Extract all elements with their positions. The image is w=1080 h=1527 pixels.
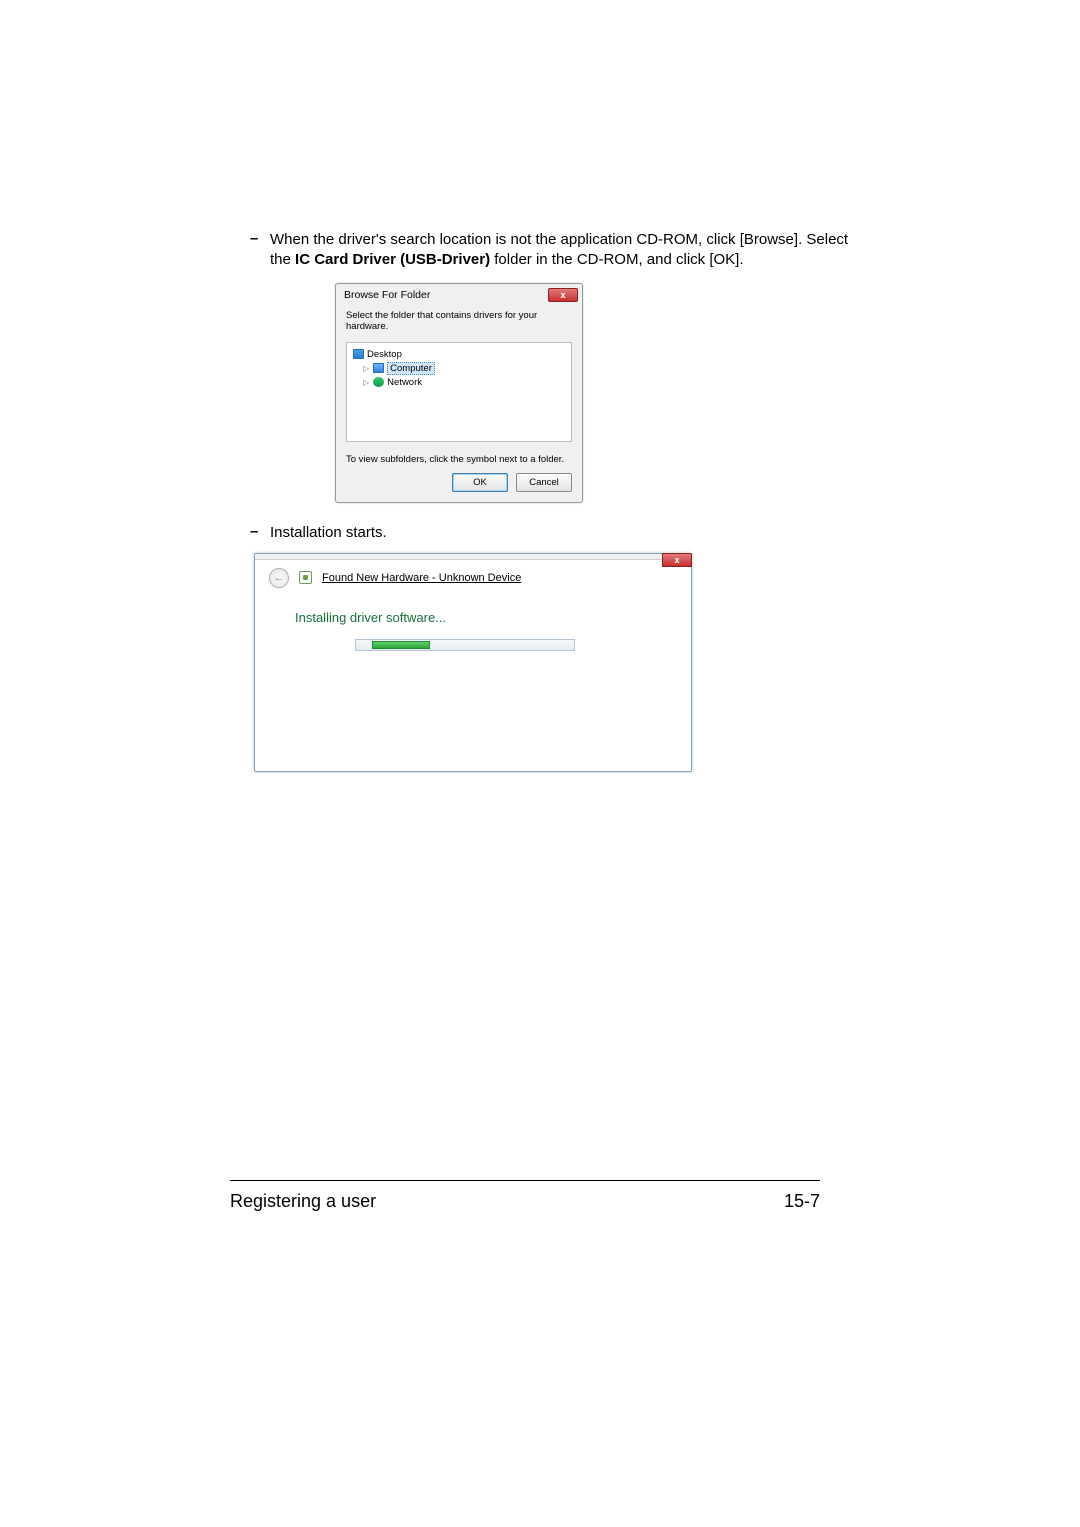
- bullet-text-2: Installation starts.: [270, 523, 850, 543]
- expand-icon[interactable]: ▷: [363, 364, 370, 373]
- dash-icon: –: [230, 230, 270, 271]
- close-button[interactable]: x: [548, 288, 578, 302]
- footer-row: Registering a user 15-7: [230, 1191, 820, 1212]
- dialog-titlebar: Browse For Folder x: [336, 284, 582, 304]
- wizard-body: Installing driver software...: [255, 596, 691, 771]
- dialog-buttons: OK Cancel: [336, 473, 582, 502]
- tree-label-network: Network: [387, 377, 422, 388]
- progress-fill: [372, 641, 430, 649]
- bullet-item-2: – Installation starts.: [230, 523, 850, 543]
- dialog-hint: To view subfolders, click the symbol nex…: [336, 452, 582, 473]
- cancel-button[interactable]: Cancel: [516, 473, 572, 492]
- found-new-hardware-dialog: x ← Found New Hardware - Unknown Device …: [254, 553, 692, 772]
- footer-section: Registering a user: [230, 1191, 376, 1212]
- dialog-title: Browse For Folder: [344, 289, 430, 301]
- dash-icon: –: [230, 523, 270, 543]
- progress-bar: [355, 639, 575, 651]
- wizard-header: ← Found New Hardware - Unknown Device: [255, 560, 691, 596]
- footer-rule: [230, 1180, 820, 1181]
- browse-for-folder-dialog: Browse For Folder x Select the folder th…: [335, 283, 583, 503]
- dialog-subtitle: Select the folder that contains drivers …: [336, 304, 582, 338]
- bullet-item-1: – When the driver's search location is n…: [230, 230, 850, 271]
- tree-item-network[interactable]: ▷ Network: [353, 377, 565, 388]
- bullet-text-1: When the driver's search location is not…: [270, 230, 850, 271]
- footer-page: 15-7: [784, 1191, 820, 1212]
- ok-button[interactable]: OK: [452, 473, 508, 492]
- expand-icon[interactable]: ▷: [363, 378, 370, 387]
- wizard-titlebar: x: [255, 554, 691, 560]
- close-button[interactable]: x: [662, 553, 692, 567]
- back-button[interactable]: ←: [269, 568, 289, 588]
- desktop-icon: [353, 349, 364, 359]
- hardware-icon: [299, 571, 312, 584]
- tree-label-computer: Computer: [387, 362, 435, 375]
- wizard-title: Found New Hardware - Unknown Device: [322, 572, 521, 584]
- folder-tree[interactable]: Desktop ▷ Computer ▷ Network: [346, 342, 572, 442]
- computer-icon: [373, 363, 384, 373]
- page-footer: Registering a user 15-7: [230, 1180, 820, 1212]
- wizard-status-text: Installing driver software...: [295, 610, 651, 625]
- network-icon: [373, 377, 384, 387]
- bullet-1-bold: IC Card Driver (USB-Driver): [295, 251, 490, 268]
- tree-label-desktop: Desktop: [367, 349, 402, 360]
- bullet-1-post: folder in the CD-ROM, and click [OK].: [490, 251, 743, 268]
- page-content: – When the driver's search location is n…: [230, 230, 850, 772]
- tree-item-desktop[interactable]: Desktop: [353, 349, 565, 360]
- tree-item-computer[interactable]: ▷ Computer: [353, 362, 565, 375]
